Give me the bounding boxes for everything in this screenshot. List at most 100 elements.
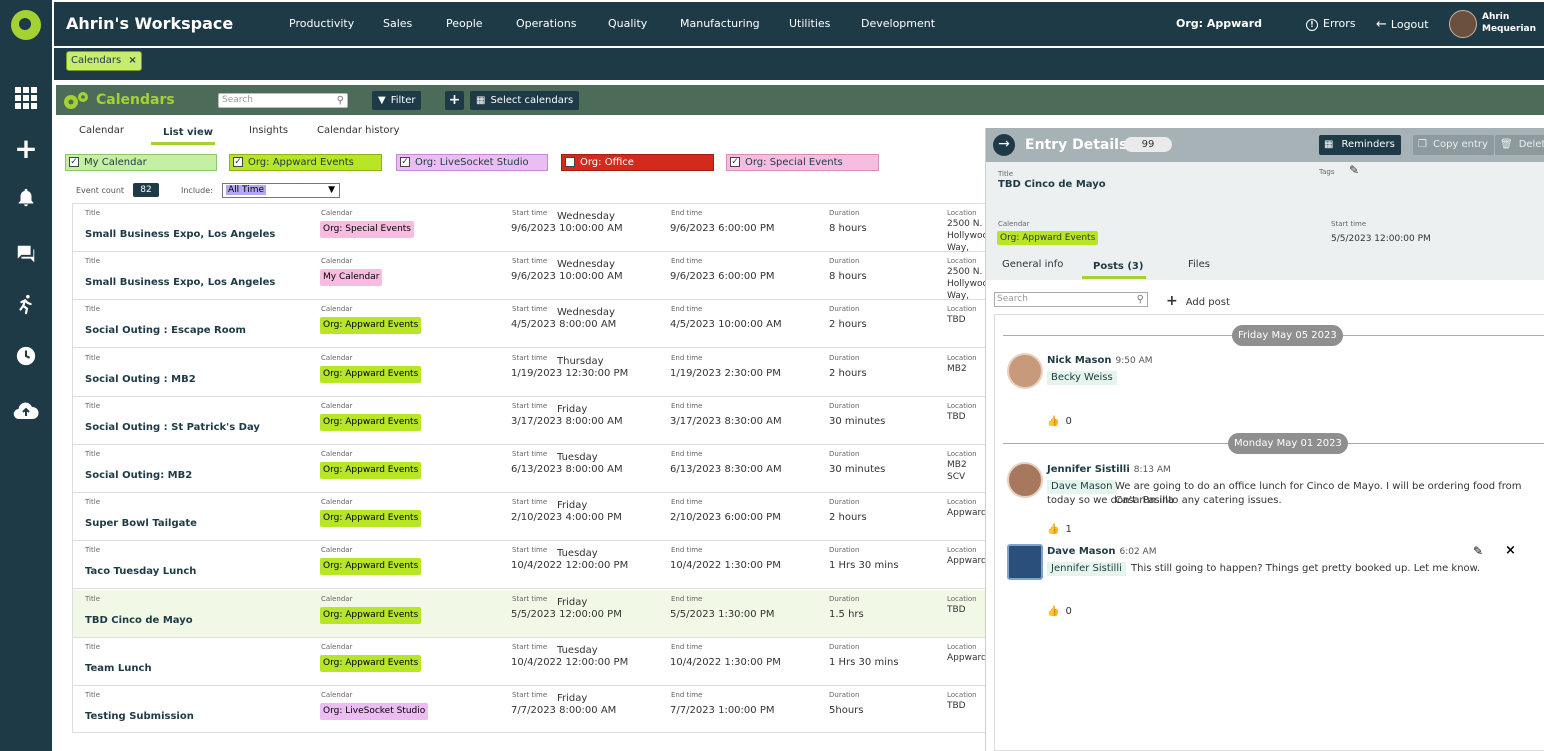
post-search-input[interactable]: Search ⚲ <box>994 292 1148 307</box>
errors-link[interactable]: ! Errors <box>1306 17 1356 31</box>
event-title[interactable]: Social Outing : MB2 <box>85 374 196 385</box>
tab-calendar[interactable]: Calendar <box>79 125 124 136</box>
cloud-upload-icon[interactable] <box>10 396 42 424</box>
filter-button[interactable]: ▼ Filter <box>372 91 422 110</box>
event-weekday: Friday <box>557 596 588 608</box>
apps-grid-icon[interactable] <box>10 84 42 112</box>
reminders-button[interactable]: ▦ Reminders <box>1319 135 1401 155</box>
calendar-badge: Org: Appward Events <box>320 606 422 624</box>
copy-entry-button[interactable]: ❐ Copy entry <box>1413 135 1494 155</box>
entry-details-panel: → Entry Details 99 ▦ Reminders ❐ Copy entr… <box>985 128 1544 751</box>
table-row[interactable]: Title Calendar Start time End time Duration L… <box>73 300 985 349</box>
event-start-time: 6/13/2023 8:00:00 AM <box>511 464 623 475</box>
org-selector[interactable]: Org: Appward <box>1176 17 1262 30</box>
tab-posts[interactable]: Posts (3) <box>1093 261 1143 272</box>
event-title[interactable]: Super Bowl Tailgate <box>85 518 197 529</box>
nav-quality[interactable]: Quality <box>608 17 647 30</box>
calendar-filter-chip[interactable]: ✓ My Calendar <box>65 154 217 171</box>
chat-icon[interactable] <box>10 240 42 268</box>
column-label-title: Title <box>85 353 101 362</box>
pencil-icon[interactable]: ✎ <box>1473 544 1483 558</box>
calendar-filter-chip[interactable]: ✓ Org: LiveSocket Studio <box>396 154 548 171</box>
table-row[interactable]: Title Calendar Start time End time Duration L… <box>73 493 985 542</box>
column-label-end: End time <box>671 209 703 217</box>
table-row[interactable]: Title Calendar Start time End time Duration L… <box>73 686 985 732</box>
mention-tag[interactable]: Dave Mason <box>1047 480 1117 494</box>
calendars-header: Calendars Search ⚲ ▼ Filter + ▦ Select cal… <box>56 85 1544 115</box>
calendar-filter-chip[interactable]: ✓ Org: Appward Events <box>229 154 382 171</box>
checkbox-checked-icon[interactable]: ✓ <box>400 157 410 167</box>
table-row[interactable]: Title Calendar Start time End time Duration L… <box>73 637 985 686</box>
add-icon[interactable]: + <box>10 135 42 163</box>
tab-calendars[interactable]: Calendars × <box>66 51 142 71</box>
table-row[interactable]: Title Calendar Start time End time Duration L… <box>73 445 985 493</box>
table-row[interactable]: Title Calendar Start time End time Duration L… <box>73 348 985 397</box>
event-title[interactable]: Team Lunch <box>85 663 152 674</box>
nav-sales[interactable]: Sales <box>383 17 412 30</box>
table-row[interactable]: Title Calendar Start time End time Duration L… <box>73 589 985 638</box>
column-label-location: Location <box>947 642 977 651</box>
column-label-start: Start time <box>512 305 548 314</box>
include-time-select[interactable]: All Time ▼ <box>222 183 340 198</box>
event-title[interactable]: Social Outing : Escape Room <box>85 325 246 336</box>
like-button[interactable]: 👍 0 <box>1047 416 1072 427</box>
table-row[interactable]: Title Calendar Start time End time Duration L… <box>73 541 985 590</box>
tab-insights[interactable]: Insights <box>249 125 288 136</box>
tab-list-view[interactable]: List view <box>163 127 213 138</box>
nav-productivity[interactable]: Productivity <box>289 17 354 30</box>
nav-manufacturing[interactable]: Manufacturing <box>680 17 760 30</box>
calendar-filter-chip[interactable]: ✓ Org: Office <box>561 154 714 171</box>
event-title[interactable]: Social Outing : St Patrick's Day <box>85 422 260 433</box>
table-row[interactable]: Title Calendar Start time End time Duration L… <box>73 204 985 265</box>
arrow-right-icon[interactable]: → <box>993 134 1015 156</box>
checkbox-checked-icon[interactable]: ✓ <box>730 157 740 167</box>
close-icon[interactable]: × <box>1505 543 1516 558</box>
mention-tag[interactable]: Jennifer Sistilli <box>1047 562 1126 576</box>
column-label-location: Location <box>947 498 977 507</box>
column-label-duration: Duration <box>829 594 860 603</box>
column-label-calendar: Calendar <box>321 642 353 651</box>
checkbox-checked-icon[interactable]: ✓ <box>565 157 575 167</box>
calendar-filter-chip[interactable]: ✓ Org: Special Events <box>726 154 879 171</box>
run-activity-icon[interactable] <box>10 290 42 318</box>
event-title[interactable]: Small Business Expo, Los Angeles <box>85 229 275 240</box>
like-button[interactable]: 👍 1 <box>1047 524 1072 535</box>
checkbox-checked-icon[interactable]: ✓ <box>233 157 243 167</box>
event-title[interactable]: TBD Cinco de Mayo <box>85 615 193 626</box>
tab-general-info[interactable]: General info <box>1002 259 1063 270</box>
nav-development[interactable]: Development <box>861 17 935 30</box>
event-end-time: 4/5/2023 10:00:00 AM <box>670 319 782 331</box>
event-title[interactable]: Taco Tuesday Lunch <box>85 566 196 577</box>
calendar-icon: ▦ <box>476 95 486 106</box>
event-weekday: Wednesday <box>557 307 615 319</box>
delete-entry-button[interactable]: 🗑Delete <box>1495 135 1544 155</box>
close-icon[interactable]: × <box>128 55 136 66</box>
event-start-time: 10/4/2022 12:00:00 PM <box>511 656 629 668</box>
logout-link[interactable]: ← Logout <box>1376 17 1429 32</box>
table-row[interactable]: Title Calendar Start time End time Duration L… <box>73 396 985 445</box>
column-label-duration: Duration <box>829 546 860 555</box>
user-avatar[interactable] <box>1449 10 1477 38</box>
checkbox-checked-icon[interactable]: ✓ <box>69 157 79 167</box>
add-post-button[interactable]: + Add post <box>1166 293 1230 309</box>
user-name[interactable]: Ahrin Mequerian <box>1482 11 1536 35</box>
date-pill: Monday May 01 2023 <box>1228 433 1348 454</box>
table-row[interactable]: Title Calendar Start time End time Duration L… <box>73 252 985 313</box>
like-button[interactable]: 👍 0 <box>1047 606 1072 617</box>
nav-utilities[interactable]: Utilities <box>789 17 830 30</box>
calendar-search-input[interactable]: Search ⚲ <box>218 93 348 108</box>
bell-icon[interactable] <box>10 184 42 212</box>
app-logo-icon[interactable] <box>11 10 41 40</box>
nav-people[interactable]: People <box>446 17 483 30</box>
pencil-icon[interactable]: ✎ <box>1349 163 1359 177</box>
clock-icon[interactable] <box>10 342 42 370</box>
tab-files[interactable]: Files <box>1188 259 1210 270</box>
event-title[interactable]: Social Outing: MB2 <box>85 470 192 481</box>
mention-tag[interactable]: Becky Weiss <box>1047 371 1117 385</box>
select-calendars-button[interactable]: ▦ Select calendars <box>470 91 580 110</box>
event-title[interactable]: Testing Submission <box>85 711 194 722</box>
add-calendar-button[interactable]: + <box>445 91 464 110</box>
tab-calendar-history[interactable]: Calendar history <box>317 125 400 136</box>
nav-operations[interactable]: Operations <box>516 17 576 30</box>
event-title[interactable]: Small Business Expo, Los Angeles <box>85 277 275 288</box>
